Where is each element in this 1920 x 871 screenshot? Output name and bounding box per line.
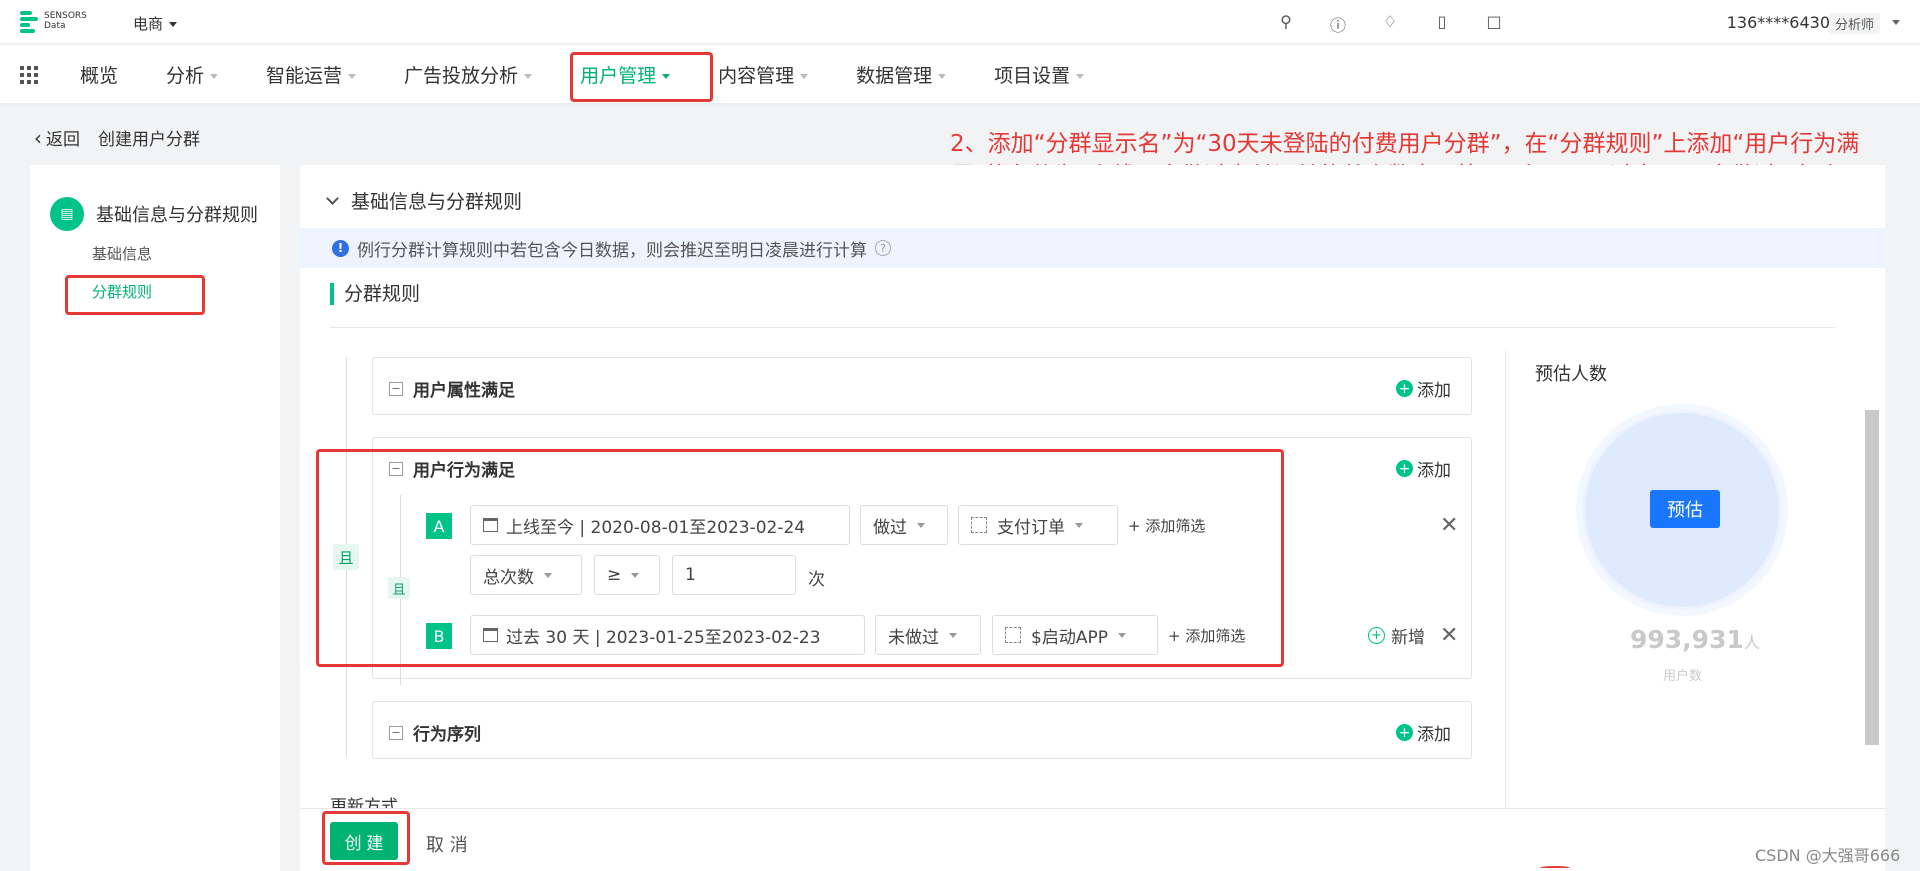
- nav-data-management[interactable]: 数据管理: [856, 61, 947, 88]
- highlight-sidebar-rules: [65, 275, 205, 315]
- sidebar-item-basic-info[interactable]: 基础信息: [92, 243, 152, 264]
- top-bar: SENSORS Data 电商 ⚲ ⓘ ♢ ▯ □ 136****6430 分析…: [0, 0, 1920, 44]
- chevron-down-icon: [326, 192, 339, 205]
- collapse-icon[interactable]: −: [389, 381, 403, 396]
- mobile-icon[interactable]: ▯: [1416, 12, 1468, 36]
- bell-icon[interactable]: ♢: [1364, 12, 1416, 36]
- sidebar-section[interactable]: ▤ 基础信息与分群规则: [50, 197, 258, 231]
- add-behavior-button[interactable]: + 添加: [1396, 456, 1451, 481]
- user-account[interactable]: 136****6430: [1727, 13, 1830, 32]
- apps-grid-icon[interactable]: [20, 66, 38, 84]
- sidebar-section-title: 基础信息与分群规则: [96, 205, 258, 226]
- nav-content-management[interactable]: 内容管理: [718, 61, 809, 88]
- card-title: 行为序列: [413, 725, 481, 745]
- add-sequence-button[interactable]: + 添加: [1396, 720, 1451, 745]
- add-new-condition[interactable]: + 新增: [1368, 623, 1425, 648]
- help-icon[interactable]: ?: [875, 240, 891, 256]
- estimate-unit: 人: [1743, 633, 1760, 652]
- logo-line1: SENSORS: [44, 11, 87, 21]
- chevron-down-icon: [169, 22, 178, 27]
- estimate-sub-label: 用户数: [1663, 669, 1703, 684]
- watermark: CSDN @大强哥666: [1755, 846, 1901, 865]
- chevron-down-icon: [800, 73, 809, 79]
- add-attribute-button[interactable]: + 添加: [1396, 376, 1451, 401]
- card-behavior-sequence: − 行为序列 + 添加: [372, 701, 1472, 759]
- nav-project-settings[interactable]: 项目设置: [994, 61, 1085, 88]
- form-sidebar: ▤ 基础信息与分群规则 基础信息 分群规则: [30, 165, 280, 871]
- role-badge: 分析师: [1828, 13, 1880, 34]
- scrollbar[interactable]: [1865, 410, 1879, 745]
- plus-icon: +: [1396, 380, 1413, 397]
- chevron-down-icon: [210, 73, 219, 79]
- chevron-down-icon: [938, 73, 947, 79]
- chevron-down-icon: [348, 73, 357, 79]
- cancel-button[interactable]: 取 消: [426, 831, 468, 857]
- estimate-button[interactable]: 预估: [1650, 490, 1720, 528]
- section-header[interactable]: 基础信息与分群规则: [326, 187, 522, 214]
- close-icon[interactable]: ✕: [1440, 513, 1458, 538]
- nav-smart-ops[interactable]: 智能运营: [266, 61, 357, 88]
- chevron-down-icon: [1076, 73, 1085, 79]
- main-nav: 概览 分析 智能运营 广告投放分析 用户管理 内容管理 数据管理 项目设置: [0, 45, 1920, 103]
- estimate-count: 993,931人: [1630, 625, 1760, 654]
- highlight-nav-user-management: [570, 52, 713, 102]
- plus-icon: +: [1396, 724, 1413, 741]
- nav-ad-analysis[interactable]: 广告投放分析: [404, 61, 533, 88]
- nav-analysis[interactable]: 分析: [166, 61, 219, 88]
- highlight-behavior-conditions: [316, 449, 1284, 667]
- page-title: 创建用户分群: [98, 130, 200, 150]
- collapse-icon[interactable]: −: [389, 725, 403, 740]
- close-icon[interactable]: ✕: [1440, 623, 1458, 648]
- form-icon: ▤: [50, 197, 84, 231]
- annotation-mark: [1540, 866, 1570, 870]
- chevron-down-icon[interactable]: [1892, 20, 1900, 25]
- logo-line2: Data: [44, 21, 66, 31]
- nav-overview[interactable]: 概览: [80, 61, 118, 88]
- notice-banner: ! 例行分群计算规则中若包含今日数据，则会推迟至明日凌晨进行计算 ?: [300, 228, 1885, 268]
- logo-mark-icon: [20, 9, 40, 33]
- help-icon[interactable]: ⓘ: [1312, 12, 1364, 36]
- card-user-attributes: − 用户属性满足 + 添加: [372, 357, 1472, 415]
- breadcrumb: 返回 创建用户分群: [34, 125, 200, 150]
- divider: [330, 327, 1835, 328]
- highlight-create-button: [322, 811, 410, 865]
- panel-separator: [1505, 350, 1506, 830]
- back-link[interactable]: 返回: [34, 125, 80, 150]
- top-icons: ⚲ ⓘ ♢ ▯ □: [1260, 12, 1520, 36]
- chevron-down-icon: [524, 73, 533, 79]
- monitor-icon[interactable]: □: [1468, 12, 1520, 36]
- search-icon[interactable]: ⚲: [1260, 12, 1312, 36]
- project-selector[interactable]: 电商: [133, 13, 178, 34]
- notice-text: 例行分群计算规则中若包含今日数据，则会推迟至明日凌晨进行计算: [357, 240, 867, 261]
- project-name: 电商: [133, 15, 164, 33]
- footer-bar: 创 建 取 消: [300, 808, 1885, 871]
- card-title: 用户属性满足: [413, 381, 515, 401]
- plus-icon: +: [1396, 460, 1413, 477]
- info-icon: !: [332, 239, 349, 257]
- sensors-logo[interactable]: SENSORS Data: [20, 9, 87, 33]
- rules-title: 分群规则: [330, 283, 420, 305]
- estimate-title: 预估人数: [1535, 364, 1607, 385]
- plus-circle-icon: +: [1368, 627, 1385, 644]
